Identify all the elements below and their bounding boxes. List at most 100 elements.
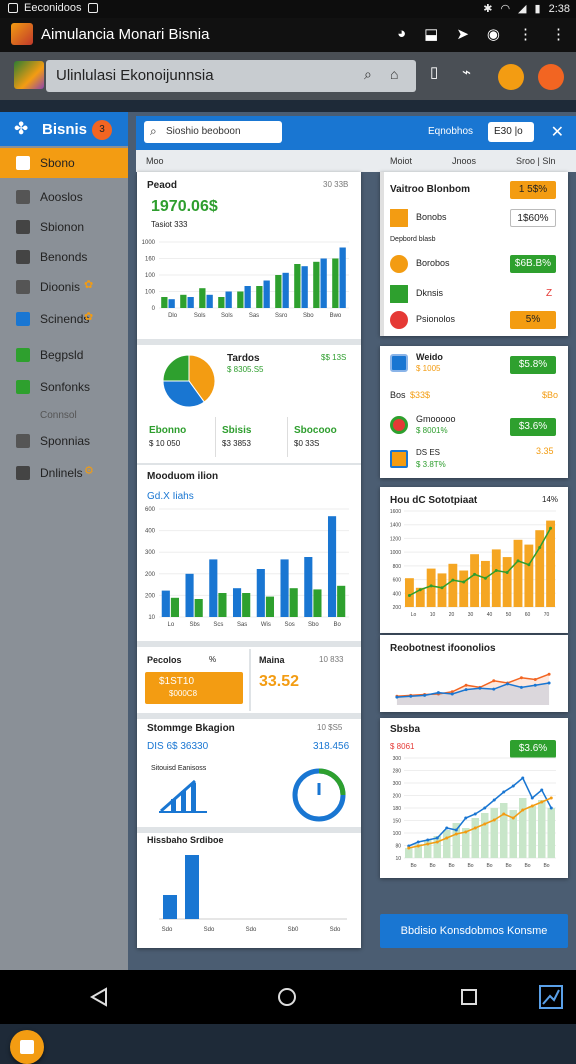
col-header-4[interactable]: Sroo | Sln: [516, 156, 555, 166]
floating-action-button[interactable]: [10, 1030, 44, 1064]
list-item[interactable]: Borobos $6B.B%: [380, 254, 568, 276]
point: [429, 584, 433, 588]
stat-sub: $0 33S: [294, 439, 320, 448]
extension-icon[interactable]: ⌁: [462, 63, 471, 81]
home-icon[interactable]: ⌂: [390, 66, 398, 82]
row-pill: $6B.B%: [510, 255, 556, 273]
sidebar-item-7[interactable]: Begpsld: [0, 340, 128, 370]
share-icon[interactable]: ⬓: [424, 25, 438, 43]
sidebar-item-5[interactable]: Dioonis ✿: [0, 272, 128, 302]
bar: [547, 808, 555, 858]
row-right: 3.35: [536, 446, 554, 456]
sidebar-item-11[interactable]: Dnlinels ⚙: [0, 458, 128, 488]
back-icon[interactable]: [88, 986, 110, 1008]
y-tick-label: 600: [145, 507, 156, 513]
point: [502, 812, 506, 816]
sidebar-item-4[interactable]: Benonds: [0, 242, 128, 272]
site-thumbnail[interactable]: [14, 61, 44, 89]
row-pill: $3.6%: [510, 418, 556, 436]
sidebar-item-3[interactable]: Sbionon: [0, 212, 128, 242]
point: [494, 569, 498, 573]
history-card[interactable]: Hissbaho Srdiboe Sdo Sdo Sdo Sb0 Sdo: [137, 833, 361, 948]
point: [506, 682, 510, 686]
recents-icon[interactable]: [458, 986, 480, 1008]
x-tick-label: 50: [506, 612, 512, 618]
pie-card[interactable]: Tardos $$ 13S $ 8305.S5 Ebonno $ 10 050 Sb…: [137, 345, 361, 463]
more-icon[interactable]: ⋮: [518, 25, 533, 43]
list-item[interactable]: Dknsis Z: [380, 284, 568, 306]
metrics-card[interactable]: Pecolos % $1ST10 $000C8 Maina 10 833 33.…: [137, 647, 361, 713]
report-card[interactable]: Reobotnest ifoonolios: [380, 635, 568, 712]
x-tick-label: Sbo: [308, 622, 319, 628]
x-tick-label: Bo: [448, 863, 454, 869]
clock-icon[interactable]: ◕: [397, 25, 406, 43]
point: [519, 685, 523, 689]
primary-action-button[interactable]: Bbdisio Konsdobmos Konsme: [380, 914, 568, 948]
sales-card[interactable]: Hou dC Sototpiaat 14% 1600 1400 1200 1000 80…: [380, 487, 568, 633]
storage-card[interactable]: Stommge Bkagion 10 $S5 DIS 6$ 36330 318.…: [137, 719, 361, 827]
point: [549, 796, 553, 800]
notification-icon: [87, 3, 98, 13]
sidebar-item-2[interactable]: Aooslos: [0, 182, 128, 212]
search-icon[interactable]: ⌕: [364, 66, 372, 83]
x-tick-label: Bo: [410, 863, 416, 869]
gauge-ring: [292, 768, 346, 822]
row-label: Psionolos: [416, 314, 456, 324]
send-icon[interactable]: ➤: [456, 25, 469, 43]
bookmark-icon[interactable]: ▯: [430, 63, 438, 81]
toolbar-link[interactable]: Eqnobhos: [428, 126, 473, 137]
bar: [194, 599, 203, 617]
orange-metric[interactable]: $1ST10 $000C8: [145, 672, 243, 704]
screenshot-icon[interactable]: [538, 984, 564, 1010]
battery-icon: ▮: [534, 3, 541, 15]
toolbar-button[interactable]: E30 |o: [488, 122, 534, 142]
stat-value: Sbisis: [222, 425, 252, 436]
stats-card[interactable]: Sbsba $3.6% $ 8061 300 280 300 200 180 150 100…: [380, 718, 568, 878]
sidebar-item-8[interactable]: Sonfonks: [0, 372, 128, 402]
point: [530, 796, 534, 800]
sidebar-item-6[interactable]: Scinends ✿: [0, 304, 128, 334]
green-doc-icon: [16, 348, 30, 362]
bar: [528, 806, 536, 858]
card-title: Stommge Bkagion: [147, 723, 235, 734]
menu-circle-icon[interactable]: [538, 64, 564, 90]
card-sub: $ 1005: [416, 364, 441, 373]
close-icon[interactable]: ✕: [551, 122, 564, 142]
point: [435, 836, 439, 840]
col-header-3[interactable]: Jnoos: [452, 156, 476, 166]
point: [473, 812, 477, 816]
sidebar-item-1[interactable]: Sbono: [0, 148, 128, 178]
home-icon[interactable]: [276, 986, 298, 1008]
status-bar: Eeconidoos ✱ ◠ ◢ ▮ 2:38: [0, 0, 576, 18]
profile-icon[interactable]: [498, 64, 524, 90]
overflow-icon[interactable]: ⋮: [551, 25, 566, 43]
main-toolbar: ⌕ Sioshio beoboon Eqnobhos E30 |o ✕: [136, 116, 576, 150]
x-tick-label: Bo: [486, 863, 492, 869]
x-tick-label: Sb0: [288, 927, 299, 933]
compass-icon[interactable]: ◉: [487, 25, 500, 43]
pie-title: Tardos: [227, 353, 260, 364]
col-header-2[interactable]: Moiot: [390, 156, 412, 166]
bar: [265, 596, 275, 617]
square-icon: [390, 285, 408, 303]
media-card[interactable]: Weido $ 1005 $5.8% Bos $33$ $Bo Gmooooo …: [380, 346, 568, 478]
point: [426, 838, 430, 842]
list-item[interactable]: Psionolos 5%: [380, 310, 568, 332]
trend-up-icon: [159, 779, 207, 813]
search-input[interactable]: ⌕ Sioshio beoboon: [144, 121, 282, 143]
doc-icon: [16, 250, 30, 264]
x-tick-label: Sdo: [162, 927, 173, 933]
summary-card[interactable]: Vaitroo Blonbom 1 5$% Bonobs 1$60% Depbord…: [380, 172, 568, 336]
point: [483, 822, 487, 826]
revenue-card[interactable]: Peaod 30 33B 1970.06$ Tasiot 333 1000 160…: [137, 172, 361, 337]
growth-card[interactable]: Mooduom ilion Gd.X Iiahs 600 400 300 200 200…: [137, 465, 361, 641]
list-item[interactable]: Depbord blasb: [380, 232, 568, 254]
y-tick-label: 400: [393, 591, 402, 597]
left-title: Pecolos: [147, 655, 182, 665]
url-field[interactable]: Ulinlulasi Ekonoijunnsia ⌕ ⌂: [46, 60, 416, 92]
point: [473, 826, 477, 830]
col-header-1[interactable]: Moo: [146, 156, 164, 166]
sidebar-item-10[interactable]: Sponnias: [0, 426, 128, 456]
y-tick-label: 150: [393, 819, 402, 825]
list-item[interactable]: Bonobs 1$60%: [380, 208, 568, 230]
